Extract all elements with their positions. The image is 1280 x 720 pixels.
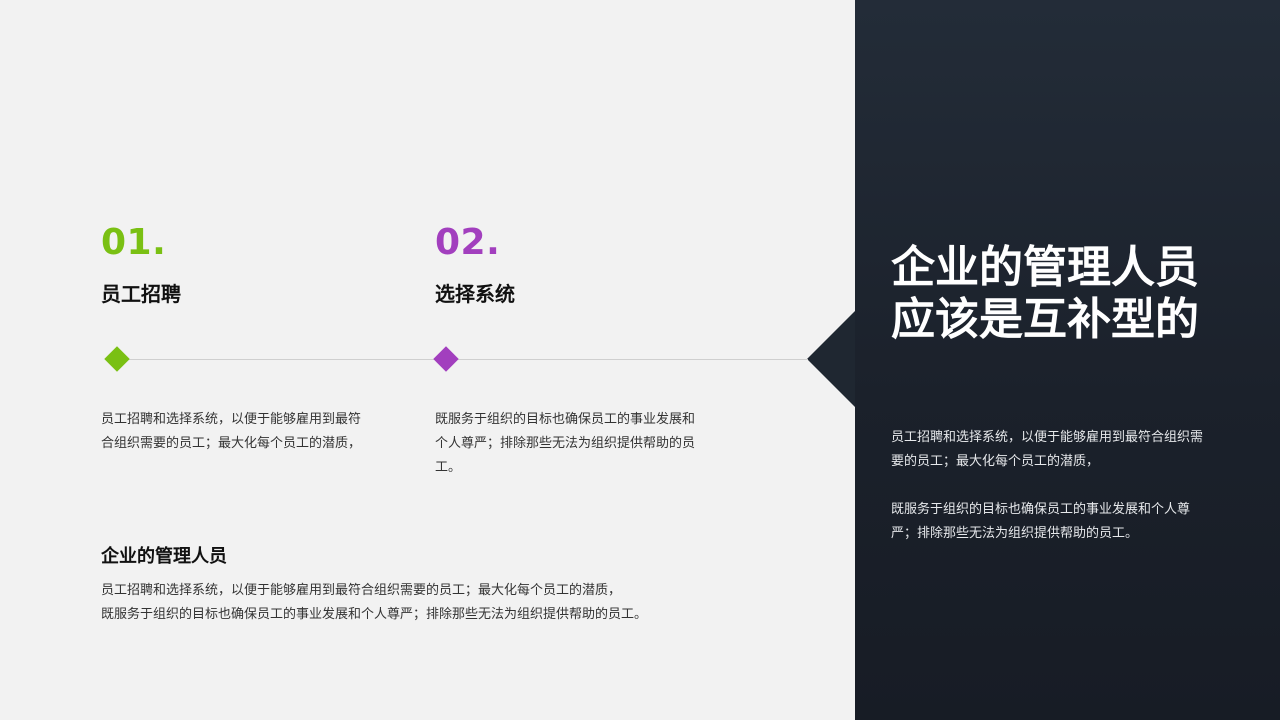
item-description-1: 员工招聘和选择系统，以便于能够雇用到最符合组织需要的员工；最大化每个员工的潜质， [101,412,362,451]
item-title-2: 选择系统 [435,282,515,306]
slide-heading-line-2: 应该是互补型的 [891,294,1199,345]
heading-paragraph-1: 员工招聘和选择系统，以便于能够雇用到最符合组织需要的员工；最大化每个员工的潜质， [891,430,1204,469]
item-number-1: 01. [101,222,167,263]
title-panel [855,0,1280,720]
slide-heading: 企业的管理人员 应该是互补型的 [891,242,1231,346]
summary-line-1: 员工招聘和选择系统，以便于能够雇用到最符合组织需要的员工；最大化每个员工的潜质， [101,583,622,598]
slide-heading-line-1: 企业的管理人员 [891,242,1199,293]
summary-line-2: 既服务于组织的目标也确保员工的事业发展和个人尊严；排除那些无法为组织提供帮助的员… [101,607,648,622]
summary-title: 企业的管理人员 [101,546,227,567]
item-title-1: 员工招聘 [101,282,181,306]
item-number-2: 02. [435,222,501,263]
item-description-2: 既服务于组织的目标也确保员工的事业发展和个人尊严；排除那些无法为组织提供帮助的员… [435,412,696,475]
panel-pointer [807,311,855,407]
summary-text: 员工招聘和选择系统，以便于能够雇用到最符合组织需要的员工；最大化每个员工的潜质，… [101,579,801,627]
heading-paragraph-2: 既服务于组织的目标也确保员工的事业发展和个人尊严；排除那些无法为组织提供帮助的员… [891,502,1191,541]
timeline-line [118,359,808,360]
